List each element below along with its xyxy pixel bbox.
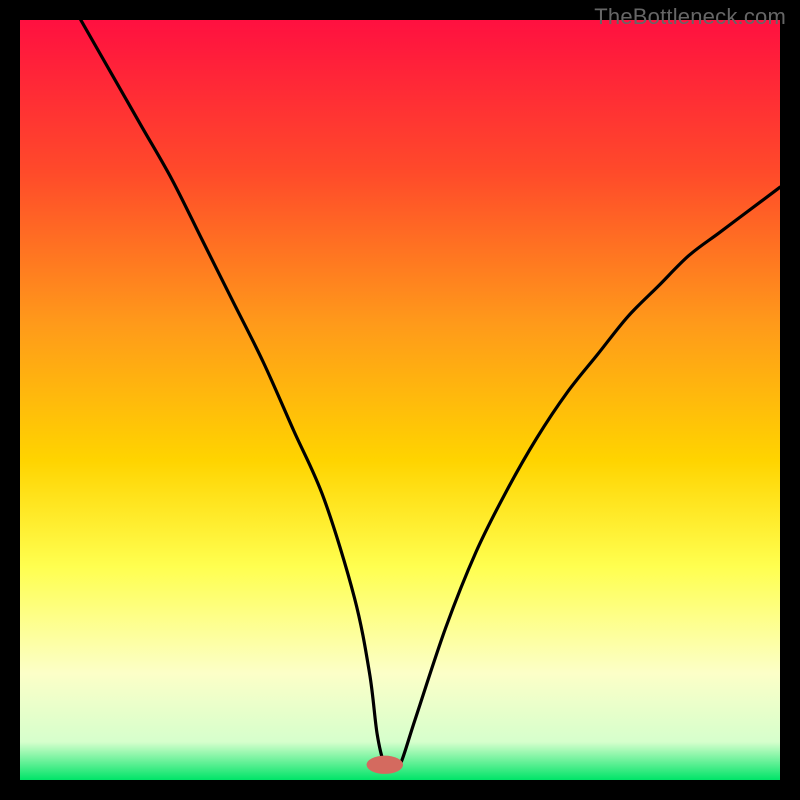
chart-frame — [20, 20, 780, 780]
optimum-marker — [367, 756, 403, 774]
bottleneck-chart — [20, 20, 780, 780]
gradient-background — [20, 20, 780, 780]
watermark-text: TheBottleneck.com — [594, 4, 786, 30]
